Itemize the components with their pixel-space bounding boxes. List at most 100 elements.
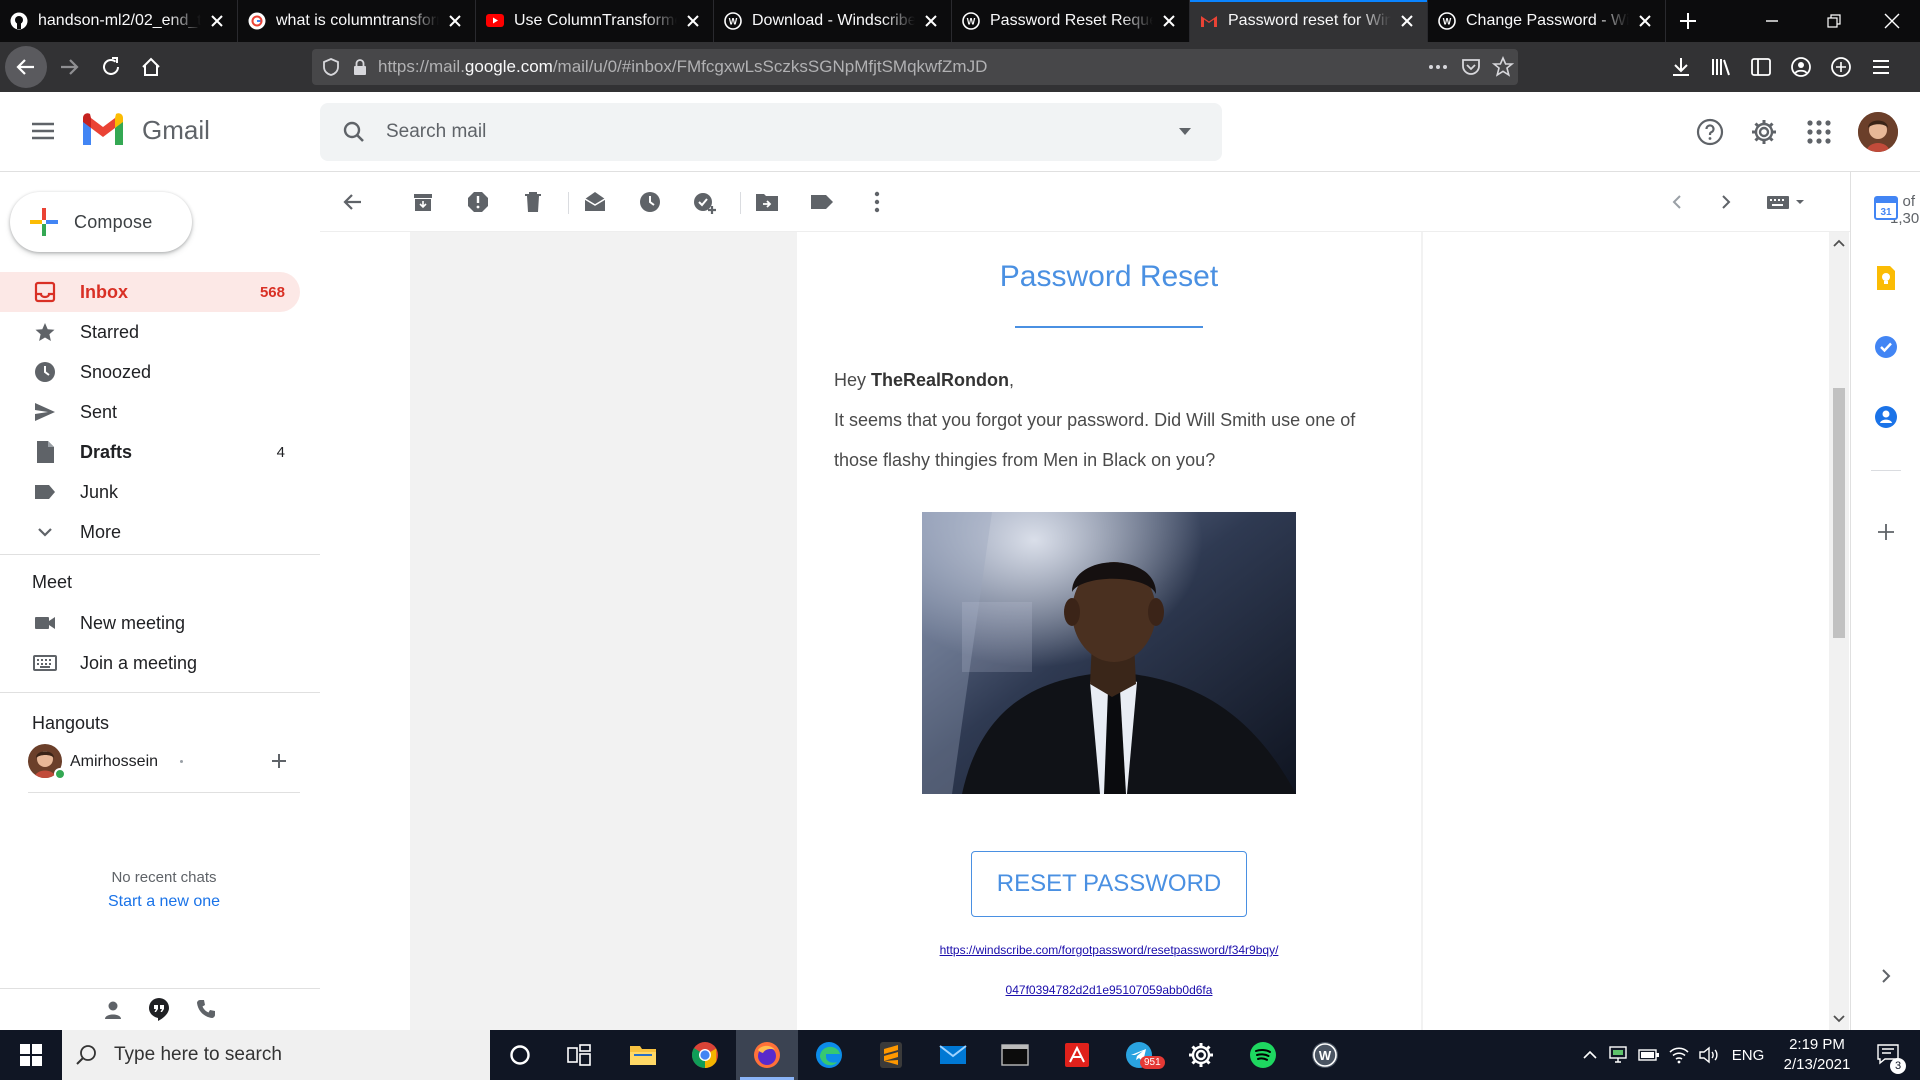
calendar-app-button[interactable]: 31 — [1872, 194, 1900, 222]
start-new-chat-link[interactable]: Start a new one — [0, 893, 328, 911]
nav-item-inbox[interactable]: Inbox 568 — [0, 272, 300, 312]
input-language-indicator[interactable]: ENG — [1728, 1030, 1768, 1080]
mark-unread-button[interactable] — [575, 182, 615, 222]
scrollbar-thumb[interactable] — [1833, 388, 1845, 638]
report-spam-button[interactable] — [458, 182, 498, 222]
hangouts-user-avatar[interactable] — [28, 744, 66, 780]
menu-icon[interactable] — [1870, 56, 1892, 78]
close-window-button[interactable] — [1864, 0, 1920, 42]
address-bar[interactable]: https://mail.google.com/mail/u/0/#inbox/… — [312, 49, 1518, 85]
library-icon[interactable] — [1710, 56, 1732, 78]
sidebar-toggle-icon[interactable] — [1750, 56, 1772, 78]
input-tools-button[interactable] — [1760, 182, 1816, 222]
compose-button[interactable]: Compose — [10, 192, 192, 252]
search-icon[interactable] — [342, 120, 366, 144]
close-tab-icon[interactable] — [447, 13, 463, 29]
shield-icon[interactable] — [322, 57, 340, 77]
terminal-app[interactable] — [984, 1030, 1046, 1080]
snooze-button[interactable] — [630, 182, 670, 222]
nav-item-sent[interactable]: Sent — [0, 392, 300, 432]
add-to-tasks-button[interactable] — [685, 182, 725, 222]
new-tab-button[interactable] — [1666, 0, 1710, 42]
download-icon[interactable] — [1670, 56, 1692, 78]
archive-button[interactable] — [403, 182, 443, 222]
support-button[interactable] — [1696, 118, 1724, 151]
edge-app[interactable] — [798, 1030, 860, 1080]
task-view-button[interactable] — [548, 1030, 610, 1080]
reset-link-line-2[interactable]: 047f0394782d2d1e95107059abb0d6fa — [797, 983, 1421, 997]
pocket-icon[interactable] — [1460, 56, 1482, 78]
scroll-up-icon[interactable] — [1829, 236, 1849, 250]
chrome-app[interactable] — [674, 1030, 736, 1080]
network-adapter-tray[interactable] — [1606, 1030, 1632, 1080]
minimize-window-button[interactable] — [1744, 0, 1800, 42]
page-actions-icon[interactable] — [1426, 57, 1450, 77]
older-button[interactable] — [1706, 182, 1746, 222]
close-tab-icon[interactable] — [1637, 13, 1653, 29]
search-bar[interactable]: Search mail — [320, 103, 1222, 161]
firefox-app[interactable] — [736, 1030, 798, 1080]
telegram-app[interactable]: 951 — [1108, 1030, 1170, 1080]
cortana-button[interactable] — [489, 1030, 551, 1080]
delete-button[interactable] — [513, 182, 553, 222]
browser-tab-windscribe-download[interactable]: W Download - Windscribe — [714, 0, 952, 42]
volume-tray[interactable] — [1696, 1030, 1722, 1080]
settings-app[interactable] — [1170, 1030, 1232, 1080]
nav-item-junk[interactable]: Junk — [0, 472, 300, 512]
settings-button[interactable] — [1750, 118, 1778, 151]
more-actions-button[interactable] — [857, 182, 897, 222]
search-input[interactable]: Search mail — [386, 121, 486, 143]
vertical-scrollbar[interactable] — [1829, 232, 1849, 1030]
browser-tab-youtube[interactable]: Use ColumnTransformer — [476, 0, 714, 42]
nav-item-starred[interactable]: Starred — [0, 312, 300, 352]
search-options-icon[interactable] — [1178, 127, 1192, 137]
clock-tray[interactable]: 2:19 PM 2/13/2021 — [1772, 1030, 1862, 1080]
back-button[interactable] — [5, 46, 47, 88]
action-center-button[interactable]: 3 — [1866, 1030, 1912, 1080]
show-hidden-icons-button[interactable] — [1578, 1030, 1602, 1080]
reset-link-line-1[interactable]: https://windscribe.com/forgotpassword/re… — [797, 943, 1421, 957]
bookmark-star-icon[interactable] — [1492, 56, 1514, 78]
google-apps-button[interactable] — [1806, 119, 1832, 150]
extension-icon[interactable] — [1830, 56, 1852, 78]
battery-tray[interactable] — [1636, 1030, 1662, 1080]
sublime-text-app[interactable] — [860, 1030, 922, 1080]
browser-tab-google[interactable]: what is columntransform — [238, 0, 476, 42]
hangouts-user-name[interactable]: Amirhossein — [70, 753, 158, 771]
scroll-down-icon[interactable] — [1829, 1012, 1849, 1026]
close-tab-icon[interactable] — [209, 13, 225, 29]
move-to-button[interactable] — [747, 182, 787, 222]
nav-item-drafts[interactable]: Drafts 4 — [0, 432, 300, 472]
get-addons-button[interactable] — [1872, 518, 1900, 546]
taskbar-search-box[interactable]: Type here to search — [62, 1030, 490, 1080]
close-tab-icon[interactable] — [923, 13, 939, 29]
acrobat-app[interactable] — [1046, 1030, 1108, 1080]
main-menu-button[interactable] — [30, 118, 56, 149]
nav-item-snoozed[interactable]: Snoozed — [0, 352, 300, 392]
keep-app-button[interactable] — [1872, 264, 1900, 292]
close-tab-icon[interactable] — [1399, 13, 1415, 29]
gmail-logo[interactable]: Gmail — [80, 112, 210, 148]
meet-join-meeting[interactable]: Join a meeting — [0, 643, 300, 683]
close-tab-icon[interactable] — [685, 13, 701, 29]
lock-icon[interactable] — [352, 58, 368, 76]
tasks-app-button[interactable] — [1872, 333, 1900, 361]
restore-window-button[interactable] — [1806, 0, 1862, 42]
show-side-panel-button[interactable] — [1872, 962, 1900, 990]
home-button[interactable] — [131, 47, 171, 87]
add-hangout-button[interactable] — [270, 752, 288, 775]
contacts-tab[interactable] — [102, 999, 124, 1026]
browser-tab-github[interactable]: handson-ml2/02_end_to — [0, 0, 238, 42]
spotify-app[interactable] — [1232, 1030, 1294, 1080]
reload-button[interactable] — [91, 47, 131, 87]
newer-button[interactable] — [1657, 182, 1697, 222]
phone-tab[interactable] — [196, 999, 216, 1024]
account-icon[interactable] — [1790, 56, 1812, 78]
forward-button[interactable] — [49, 47, 89, 87]
browser-tab-password-reset-request[interactable]: W Password Reset Request — [952, 0, 1190, 42]
avatar[interactable] — [1858, 112, 1898, 152]
wifi-tray[interactable] — [1666, 1030, 1692, 1080]
labels-button[interactable] — [802, 182, 842, 222]
reset-password-button[interactable]: RESET PASSWORD — [971, 851, 1247, 917]
browser-tab-gmail-active[interactable]: Password reset for Wind — [1190, 0, 1428, 42]
